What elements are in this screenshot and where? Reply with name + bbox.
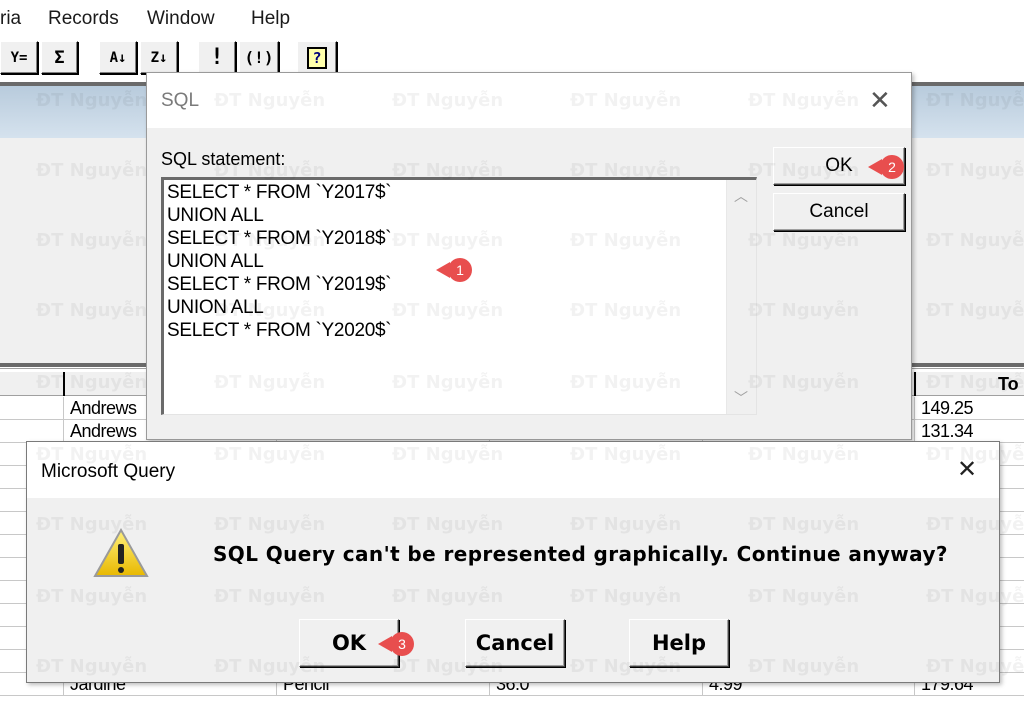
sql-cancel-button[interactable]: Cancel bbox=[773, 193, 905, 231]
menu-bar: ria Records Window Help bbox=[0, 0, 1024, 38]
microsoft-query-dialog: Microsoft Query ✕ SQL Query can't be rep… bbox=[26, 441, 1000, 683]
sort-descending-button[interactable]: Z↓ bbox=[140, 41, 178, 74]
menu-criteria[interactable]: ria bbox=[0, 8, 21, 30]
row-selector[interactable] bbox=[0, 397, 63, 420]
sql-line: SELECT * FROM `Y2019$` bbox=[167, 274, 392, 295]
sql-line: SELECT * FROM `Y2020$` bbox=[167, 320, 392, 341]
row-selector[interactable] bbox=[0, 420, 63, 443]
close-icon[interactable]: ✕ bbox=[957, 458, 977, 482]
help-icon: ? bbox=[307, 46, 327, 69]
close-icon[interactable]: ✕ bbox=[869, 87, 891, 113]
sql-line: UNION ALL bbox=[167, 205, 264, 226]
auto-query-button[interactable]: (!) bbox=[239, 41, 279, 74]
query-now-button[interactable]: ! bbox=[198, 41, 236, 74]
sql-line: UNION ALL bbox=[167, 297, 264, 318]
mq-cancel-button[interactable]: Cancel bbox=[465, 619, 565, 667]
sort-descending-icon: Z↓ bbox=[150, 49, 168, 66]
filter-equals-icon: Y= bbox=[10, 49, 28, 66]
sum-icon: Σ bbox=[54, 47, 65, 68]
table-cell[interactable]: 149.25 bbox=[914, 397, 1024, 420]
scroll-up-icon[interactable]: ︿ bbox=[734, 186, 748, 206]
mq-message: SQL Query can't be represented graphical… bbox=[213, 542, 948, 566]
sort-ascending-icon: A↓ bbox=[109, 49, 127, 66]
menu-help[interactable]: Help bbox=[251, 8, 290, 30]
menu-window[interactable]: Window bbox=[147, 8, 215, 30]
mq-dialog-titlebar[interactable]: Microsoft Query ✕ bbox=[27, 442, 999, 498]
menu-records[interactable]: Records bbox=[48, 8, 119, 30]
annotation-badge: 3 bbox=[378, 632, 422, 656]
help-button[interactable]: ? bbox=[297, 41, 337, 74]
sql-dialog: SQL ✕ SQL statement: SELECT * FROM `Y201… bbox=[146, 72, 912, 440]
scroll-down-icon[interactable]: ﹀ bbox=[734, 388, 748, 408]
warning-icon bbox=[93, 528, 149, 577]
column-header-total[interactable]: To bbox=[914, 372, 1024, 396]
vertical-scrollbar[interactable]: ︿ ﹀ bbox=[726, 180, 756, 414]
annotation-badge: 1 bbox=[436, 258, 480, 282]
auto-query-icon: (!) bbox=[244, 48, 274, 67]
mq-dialog-title: Microsoft Query bbox=[41, 461, 176, 482]
sql-statement-input[interactable]: SELECT * FROM `Y2017$` UNION ALL SELECT … bbox=[161, 177, 757, 415]
sql-statement-label: SQL statement: bbox=[161, 149, 286, 169]
sum-button[interactable]: Σ bbox=[41, 41, 78, 74]
sort-ascending-button[interactable]: A↓ bbox=[99, 41, 137, 74]
table-cell[interactable]: 131.34 bbox=[914, 420, 1024, 443]
sql-dialog-titlebar[interactable]: SQL ✕ bbox=[147, 73, 911, 128]
sql-line: SELECT * FROM `Y2017$` bbox=[167, 182, 392, 203]
filter-equals-button[interactable]: Y= bbox=[0, 41, 38, 74]
sql-line: SELECT * FROM `Y2018$` bbox=[167, 228, 392, 249]
sql-line: UNION ALL bbox=[167, 251, 264, 272]
sql-dialog-title: SQL bbox=[161, 90, 200, 111]
annotation-badge: 2 bbox=[868, 155, 912, 179]
query-now-icon: ! bbox=[210, 45, 224, 70]
mq-help-button[interactable]: Help bbox=[629, 619, 729, 667]
